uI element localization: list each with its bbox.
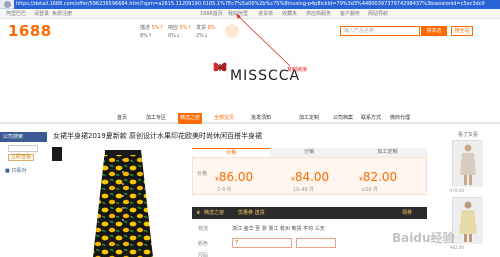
nav-item-custom[interactable]: 加工定制 xyxy=(299,113,319,124)
price-tier-2-qty: 10-49 件 xyxy=(293,187,315,193)
nav-item-contact[interactable]: 联系方式 xyxy=(361,113,381,124)
nav-item-featured[interactable]: 精选之窗 xyxy=(178,113,203,124)
price-tier-2: ¥84.00 xyxy=(291,170,330,184)
price-label: 价格 xyxy=(197,171,208,177)
sidebar-view-button[interactable]: 立即查看 xyxy=(8,154,34,161)
price-tier-1: ¥86.00 xyxy=(215,170,254,184)
nav-item-company[interactable]: 公司档案 xyxy=(333,113,353,124)
color-selector-2[interactable] xyxy=(296,238,336,248)
price-tier-3-qty: ≥50 件 xyxy=(361,187,379,193)
logistics-text: 浙江 金华 至 浙 浙江 杭州 到货 平均 三天 xyxy=(232,226,325,232)
promo-bar: ♛ 精选之窗 优惠券 送货 领券 xyxy=(192,207,427,219)
price-panel: 价格 ¥86.00 2-9 件 ¥84.00 10-49 件 ¥82.00 ≥5… xyxy=(192,157,427,195)
price-tier-3: ¥82.00 xyxy=(359,170,398,184)
shop-nav: 首页 加工专区 精选之窗 全部宝贝 批发须知 加工定制 公司档案 联系方式 微商… xyxy=(0,113,500,124)
price-tabs: 价格 分销 加工定制 xyxy=(192,148,427,158)
color-label: 颜色 xyxy=(198,241,209,247)
nav-item-processing[interactable]: 加工专区 xyxy=(146,113,166,124)
promo-icon: ♛ xyxy=(196,210,201,216)
rec-image xyxy=(453,198,483,244)
rec-image xyxy=(453,141,483,187)
price-tier-1-qty: 2-9 件 xyxy=(217,187,232,193)
nav-item-home[interactable]: 首页 xyxy=(117,113,127,124)
annotation-text: 复制链接 xyxy=(287,67,308,73)
rec-item[interactable] xyxy=(452,197,483,244)
product-title: 女裙半身裙2019夏新款 原创设计水果印花欧美时尚休闲百搭半身裙 xyxy=(53,132,263,140)
watermark: Baidu经验 xyxy=(392,231,455,245)
product-main-image[interactable] xyxy=(87,150,159,257)
size-label: 尺码 xyxy=(198,253,209,257)
sidebar-heading: 公司搜索 xyxy=(0,132,47,142)
rec-item[interactable] xyxy=(452,140,483,187)
nav-item-wholesale[interactable]: 批发须知 xyxy=(251,113,271,124)
color-selector[interactable]: 7 xyxy=(232,238,292,248)
nav-item-agent[interactable]: 微商代理 xyxy=(390,113,410,124)
promo-text: 优惠券 送货 xyxy=(238,210,265,216)
promo-coupon-link[interactable]: 领券 xyxy=(402,207,412,219)
tab-distribution[interactable]: 分销 xyxy=(270,148,348,157)
nav-item-all-products[interactable]: 全部宝贝 xyxy=(214,113,234,124)
sidebar-search-input[interactable] xyxy=(8,145,38,152)
rec-heading: 看了又看 xyxy=(457,132,478,138)
product-thumbnail[interactable] xyxy=(52,147,62,161)
rec-caption: ¥78.00 xyxy=(450,188,464,193)
promo-label: 精选之窗 xyxy=(204,210,225,216)
tab-custom[interactable]: 加工定制 xyxy=(348,148,427,157)
logistics-label: 物流 xyxy=(198,226,209,232)
sidebar-link[interactable]: ■ 只看对 xyxy=(5,167,26,174)
